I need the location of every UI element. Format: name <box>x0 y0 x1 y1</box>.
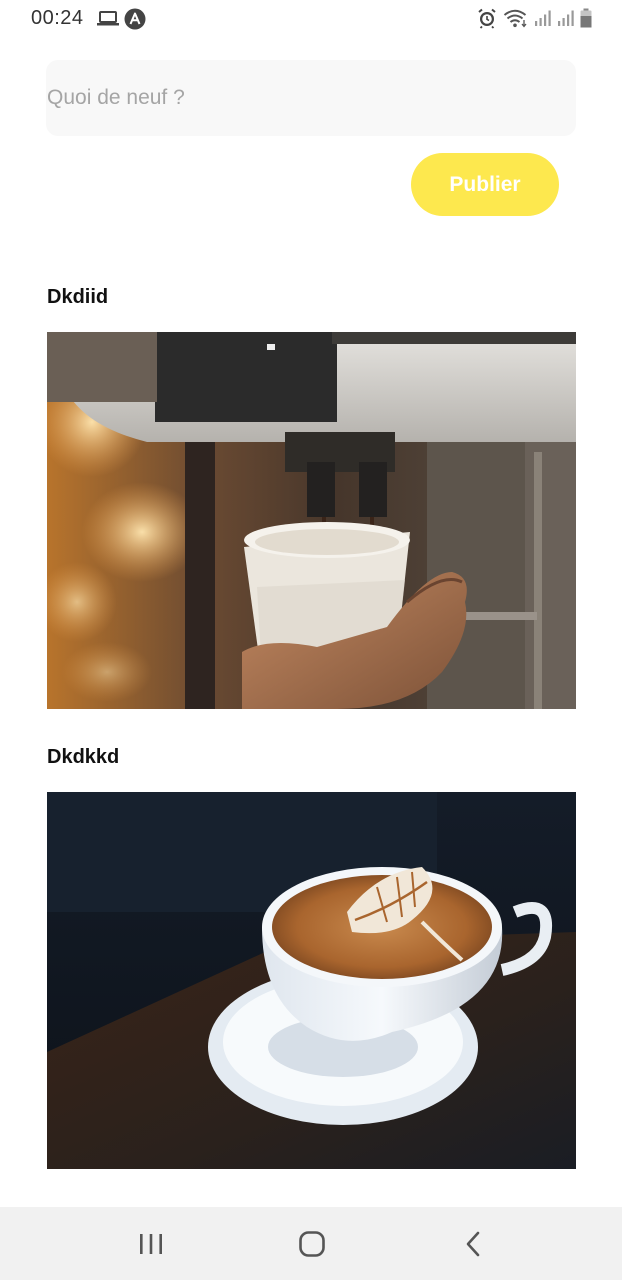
alarm-icon <box>476 7 498 34</box>
battery-icon <box>580 8 592 33</box>
post-title: Dkdkkd <box>47 746 120 768</box>
laptop-icon <box>97 10 119 33</box>
app-screen: 00:24 Quoi de neuf ? Publier Dkdiid Dkdk… <box>0 0 622 1280</box>
app-notification-icon <box>124 8 146 35</box>
post-title: Dkdiid <box>47 286 109 308</box>
post-image-coffee-machine[interactable] <box>47 332 576 709</box>
post-image-latte-art[interactable] <box>47 792 576 1169</box>
recent-apps-icon[interactable] <box>111 1207 191 1280</box>
publish-button[interactable]: Publier <box>411 153 559 216</box>
back-icon[interactable] <box>434 1207 514 1280</box>
system-nav-bar <box>0 1207 622 1280</box>
status-right-icons <box>476 7 592 34</box>
whats-new-input[interactable] <box>46 60 576 136</box>
status-bar: 00:24 <box>0 0 622 38</box>
signal-icon <box>534 9 552 32</box>
signal-icon <box>557 9 575 32</box>
home-icon[interactable] <box>272 1207 352 1280</box>
wifi-icon <box>503 8 529 33</box>
status-left-icons <box>97 8 146 35</box>
status-time: 00:24 <box>31 7 84 29</box>
